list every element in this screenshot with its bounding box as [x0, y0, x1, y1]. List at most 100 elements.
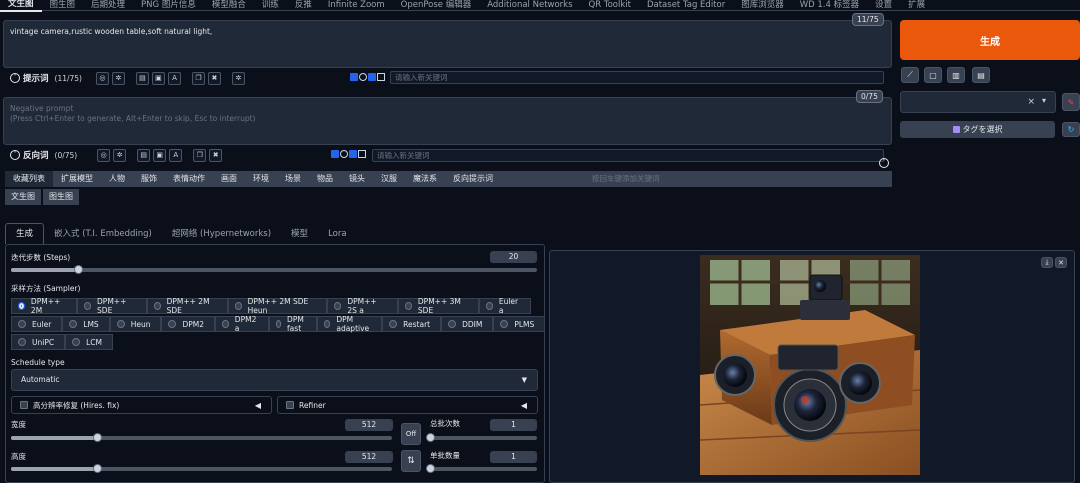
settings-icon[interactable]: ✲ — [231, 71, 245, 85]
width-input[interactable]: 512 — [345, 419, 393, 431]
nav-tab-4[interactable]: 模型融合 — [204, 0, 254, 11]
copy-icon[interactable]: ❐ — [191, 71, 205, 85]
refiner-accordion[interactable]: Refiner ◀ — [277, 396, 538, 414]
expand-icon[interactable]: ˅ — [879, 158, 889, 168]
import-icon[interactable]: ▤ — [137, 148, 151, 162]
negative-prompt-textarea[interactable]: Negative prompt (Press Ctrl+Enter to gen… — [3, 97, 892, 145]
sampler-option-dpm-adaptive[interactable]: DPM adaptive — [317, 315, 383, 333]
steps-input[interactable]: 20 — [490, 251, 537, 263]
steps-slider[interactable] — [11, 265, 537, 274]
clock-icon[interactable] — [359, 73, 367, 81]
square-icon[interactable] — [377, 73, 385, 81]
nav-tab-12[interactable]: 图库浏览器 — [733, 0, 792, 11]
sampler-option-dpm2-a[interactable]: DPM2 a — [215, 315, 269, 333]
batch-size-slider[interactable] — [426, 464, 537, 473]
batch-size-input[interactable]: 1 — [490, 451, 537, 463]
width-slider-thumb[interactable] — [93, 433, 103, 442]
sampler-option-lcm[interactable]: LCM — [65, 334, 113, 350]
sampler-option-dpm-2m[interactable]: DPM++ 2M — [11, 297, 78, 315]
paste-icon[interactable]: ▢ — [924, 67, 942, 83]
generate-button[interactable]: 生成 — [900, 20, 1080, 60]
height-input[interactable]: 512 — [345, 451, 393, 463]
nav-tab-14[interactable]: 设置 — [867, 0, 900, 11]
refresh-icon[interactable]: ↻ — [1062, 122, 1080, 137]
nav-tab-1[interactable]: 图生图 — [42, 0, 84, 11]
category-tab-4[interactable]: 表情动作 — [165, 171, 213, 187]
width-slider[interactable] — [11, 433, 392, 442]
download-icon[interactable]: ⤓ — [1041, 257, 1053, 268]
prompt-keyword-input[interactable]: 请输入新关键词 — [390, 71, 884, 84]
sampler-option-dpm2[interactable]: DPM2 — [161, 316, 216, 332]
sampler-option-dpm-2s-a[interactable]: DPM++ 2S a — [327, 297, 398, 315]
checkbox-icon[interactable] — [349, 150, 357, 158]
sampler-option-restart[interactable]: Restart — [382, 316, 442, 332]
nav-tab-qr-toolkit[interactable]: QR Toolkit — [581, 0, 639, 11]
off-button[interactable]: Off — [401, 423, 421, 445]
category-tab-6[interactable]: 环境 — [245, 171, 277, 187]
translate-icon[interactable]: A — [169, 148, 183, 162]
settings-tab-3[interactable]: 模型 — [281, 224, 318, 244]
batch-count-slider-thumb[interactable] — [426, 433, 435, 442]
square-icon[interactable] — [358, 150, 366, 158]
gear-icon[interactable]: ✲ — [111, 71, 125, 85]
nav-tab-infinite-zoom[interactable]: Infinite Zoom — [320, 0, 393, 11]
clock-icon[interactable] — [340, 150, 348, 158]
export-icon[interactable]: ▣ — [153, 148, 167, 162]
category-tab-8[interactable]: 物品 — [309, 171, 341, 187]
nav-tab-0[interactable]: 文生图 — [0, 0, 42, 12]
hires-fix-checkbox[interactable] — [20, 401, 28, 409]
trash-icon[interactable]: ✖ — [209, 148, 223, 162]
export-icon[interactable]: ▣ — [151, 71, 165, 85]
nav-tab-wd-1-4[interactable]: WD 1.4 标签器 — [792, 0, 867, 11]
category-tab-7[interactable]: 场景 — [277, 171, 309, 187]
sampler-option-dpm-2m-sde-heun[interactable]: DPM++ 2M SDE Heun — [227, 297, 328, 315]
sampler-option-euler[interactable]: Euler — [11, 316, 63, 332]
brush-icon[interactable]: ✎ — [1062, 93, 1080, 111]
sampler-option-plms[interactable]: PLMS — [493, 316, 546, 332]
batch-count-input[interactable]: 1 — [490, 419, 537, 431]
category-tab-11[interactable]: 魔法系 — [405, 171, 445, 187]
category-tab-10[interactable]: 汉服 — [373, 171, 405, 187]
clear-icon[interactable]: × — [1027, 97, 1035, 107]
nav-tab-dataset-tag-editor[interactable]: Dataset Tag Editor — [639, 0, 733, 11]
translate-icon[interactable]: A — [167, 71, 181, 85]
hires-fix-accordion[interactable]: 高分辨率修复 (Hires. fix) ◀ — [11, 396, 272, 414]
nav-tab-2[interactable]: 后期处理 — [83, 0, 133, 11]
settings-tab-4[interactable]: Lora — [318, 224, 357, 244]
checkbox-icon[interactable] — [350, 73, 358, 81]
generated-image[interactable] — [700, 255, 920, 475]
nav-tab-15[interactable]: 扩展 — [900, 0, 933, 11]
trash-icon[interactable]: ▥ — [947, 67, 965, 83]
negative-keyword-input[interactable]: 请输入新关键词 — [372, 149, 884, 162]
nav-tab-additional-networks[interactable]: Additional Networks — [479, 0, 580, 11]
height-slider-thumb[interactable] — [93, 464, 103, 473]
trash-icon[interactable]: ✖ — [207, 71, 221, 85]
sampler-option-lms[interactable]: LMS — [62, 316, 110, 332]
category-tab-2[interactable]: 人物 — [101, 171, 133, 187]
refiner-checkbox[interactable] — [286, 401, 294, 409]
styles-dropdown[interactable]: × ▾ — [900, 91, 1056, 113]
collapse-icon[interactable]: ˄ — [10, 73, 20, 83]
import-icon[interactable]: ▤ — [135, 71, 149, 85]
sampler-option-ddim[interactable]: DDIM — [441, 316, 494, 332]
sampler-option-dpm-fast[interactable]: DPM fast — [268, 315, 318, 333]
category-tab-1[interactable]: 扩展模型 — [53, 171, 101, 187]
settings-tab-2[interactable]: 超网络 (Hypernetworks) — [162, 224, 281, 244]
collapse-icon[interactable]: ˄ — [10, 150, 20, 160]
sampler-option-heun[interactable]: Heun — [109, 316, 162, 332]
batch-size-slider-thumb[interactable] — [426, 464, 435, 473]
paint-icon[interactable]: ⟋ — [901, 67, 919, 83]
nav-tab-6[interactable]: 反推 — [287, 0, 320, 11]
category-tab-3[interactable]: 服饰 — [133, 171, 165, 187]
nav-tab-png[interactable]: PNG 图片信息 — [133, 0, 204, 11]
sampler-option-dpm-3m-sde[interactable]: DPM++ 3M SDE — [397, 297, 479, 315]
copy-icon[interactable]: ❐ — [193, 148, 207, 162]
category-tab-9[interactable]: 镜头 — [341, 171, 373, 187]
sampler-option-unipc[interactable]: UniPC — [11, 334, 66, 350]
settings-tab-0[interactable]: 生成 — [5, 223, 45, 244]
checkbox-icon[interactable] — [368, 73, 376, 81]
checkbox-icon[interactable] — [331, 150, 339, 158]
nav-tab-5[interactable]: 训练 — [254, 0, 287, 11]
subcategory-tab-0[interactable]: 文生图 — [5, 189, 41, 205]
close-icon[interactable]: ✕ — [1055, 257, 1067, 268]
